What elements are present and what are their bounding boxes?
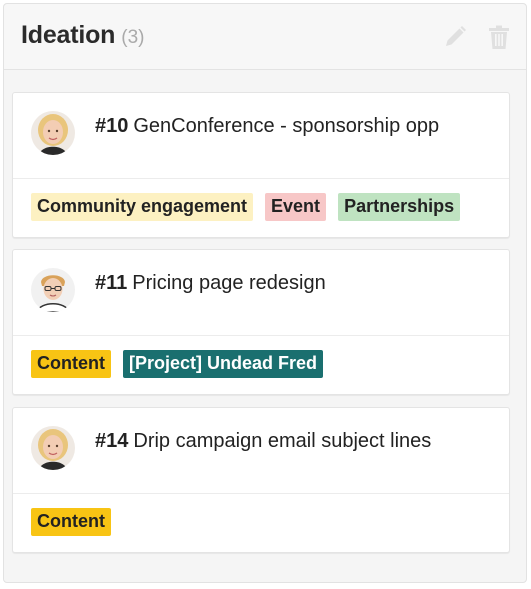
card-header: #14 Drip campaign email subject lines bbox=[13, 408, 509, 494]
trash-icon[interactable] bbox=[486, 24, 512, 50]
card-number: #11 bbox=[95, 272, 128, 294]
kanban-column: Ideation (3) #10 GenConference - sponsor… bbox=[3, 3, 527, 583]
tag-list: Content [Project] Undead Fred bbox=[13, 336, 509, 394]
card-title-text: Pricing page redesign bbox=[132, 272, 326, 294]
card-header: #11 Pricing page redesign bbox=[13, 250, 509, 336]
tag[interactable]: Partnerships bbox=[338, 193, 461, 221]
tag[interactable]: Event bbox=[265, 193, 327, 221]
tag-list: Content bbox=[13, 494, 509, 552]
column-count: (3) bbox=[121, 27, 145, 48]
card-number: #14 bbox=[95, 430, 129, 452]
card-title[interactable]: #14 Drip campaign email subject lines bbox=[95, 430, 431, 453]
card-title-text: Drip campaign email subject lines bbox=[133, 430, 432, 452]
card[interactable]: #11 Pricing page redesign Content [Projec… bbox=[12, 249, 510, 395]
avatar bbox=[31, 426, 75, 470]
card[interactable]: #10 GenConference - sponsorship opp Commu… bbox=[12, 92, 510, 238]
column-title: Ideation bbox=[21, 21, 116, 49]
tag[interactable]: Content bbox=[31, 508, 111, 536]
card-number: #10 bbox=[95, 115, 129, 137]
avatar bbox=[31, 111, 75, 155]
card-title[interactable]: #10 GenConference - sponsorship opp bbox=[95, 115, 439, 138]
tag[interactable]: Community engagement bbox=[31, 193, 254, 221]
column-actions bbox=[442, 24, 512, 50]
tag-list: Community engagement Event Partnerships bbox=[13, 179, 509, 237]
avatar bbox=[31, 268, 75, 312]
card[interactable]: #14 Drip campaign email subject lines Con… bbox=[12, 407, 510, 553]
column-header: Ideation (3) bbox=[4, 4, 526, 70]
card-header: #10 GenConference - sponsorship opp bbox=[13, 93, 509, 179]
card-title-text: GenConference - sponsorship opp bbox=[133, 115, 440, 137]
pencil-icon[interactable] bbox=[442, 24, 468, 50]
tag[interactable]: Content bbox=[31, 350, 111, 378]
tag[interactable]: [Project] Undead Fred bbox=[122, 350, 324, 378]
card-title[interactable]: #11 Pricing page redesign bbox=[95, 272, 326, 295]
